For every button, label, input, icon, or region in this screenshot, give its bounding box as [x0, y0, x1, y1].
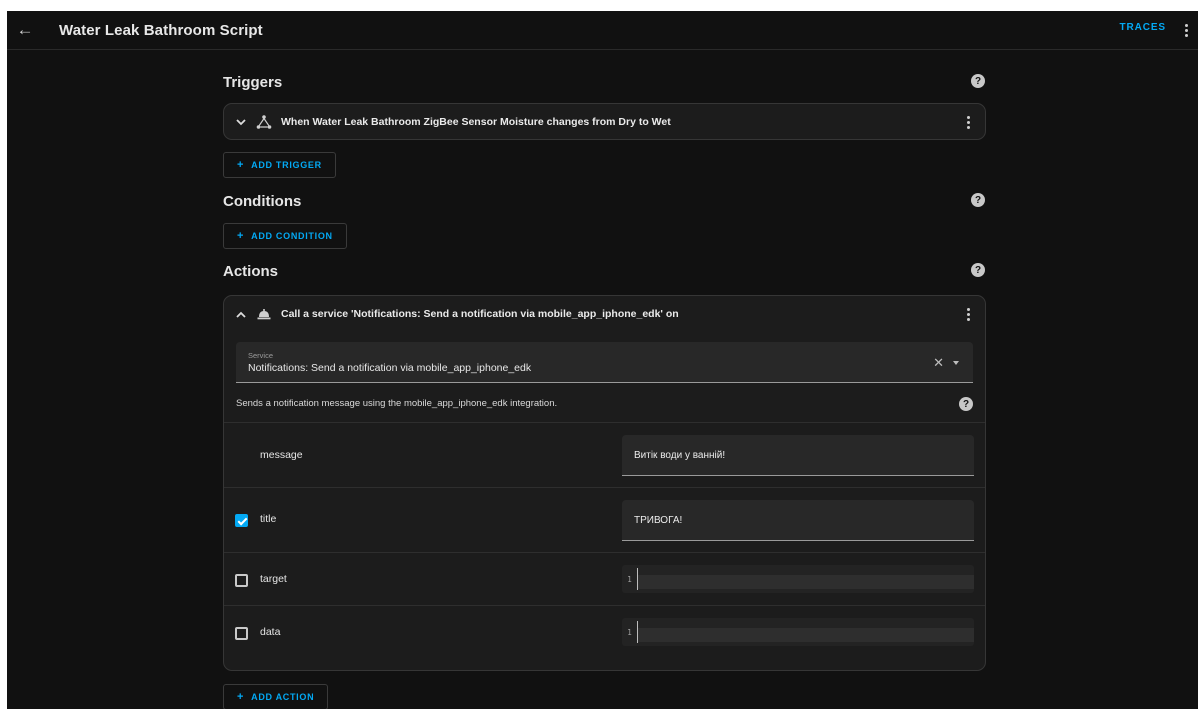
- chevron-up-icon[interactable]: [234, 311, 248, 318]
- add-trigger-button[interactable]: + ADD TRIGGER: [223, 152, 336, 178]
- page-title: Water Leak Bathroom Script: [59, 21, 263, 39]
- plus-icon: +: [237, 159, 245, 171]
- help-circle-icon[interactable]: ?: [959, 397, 973, 411]
- plus-icon: +: [237, 691, 245, 703]
- target-yaml-editor[interactable]: 1: [622, 565, 974, 593]
- service-label: Service: [248, 351, 274, 360]
- data-checkbox[interactable]: [235, 627, 248, 640]
- arrow-left-icon: ←: [16, 20, 34, 39]
- actions-section-header: Actions ?: [223, 259, 985, 283]
- help-circle-icon[interactable]: ?: [971, 193, 985, 207]
- message-input[interactable]: Витік води у ванній!: [622, 435, 974, 476]
- action-card: Call a service 'Notifications: Send a no…: [223, 295, 986, 671]
- field-name-data: data: [260, 626, 281, 638]
- service-description-row: Sends a notification message using the m…: [224, 388, 985, 422]
- title-input[interactable]: ТРИВОГА!: [622, 500, 974, 541]
- script-editor-window: ← Water Leak Bathroom Script TRACES Trig…: [7, 11, 1198, 709]
- field-name-title: title: [260, 513, 277, 525]
- field-row-message: message Витік води у ванній!: [224, 422, 985, 487]
- back-button[interactable]: ←: [10, 15, 40, 45]
- action-card-header[interactable]: Call a service 'Notifications: Send a no…: [224, 296, 985, 332]
- chevron-down-icon[interactable]: [234, 118, 248, 126]
- field-name-target: target: [260, 573, 287, 585]
- line-number: 1: [627, 627, 632, 637]
- trigger-card: When Water Leak Bathroom ZigBee Sensor M…: [223, 103, 986, 140]
- field-name-message: message: [260, 449, 303, 461]
- menu-down-icon[interactable]: [953, 361, 959, 365]
- service-select[interactable]: Service Notifications: Send a notificati…: [236, 342, 973, 383]
- service-value: Notifications: Send a notification via m…: [248, 362, 532, 374]
- field-row-title: title ТРИВОГА!: [224, 487, 985, 552]
- title-value: ТРИВОГА!: [634, 515, 683, 526]
- service-description: Sends a notification message using the m…: [236, 398, 558, 409]
- add-action-label: ADD ACTION: [251, 692, 315, 702]
- bell-ring-icon: [256, 306, 272, 322]
- title-checkbox[interactable]: [235, 514, 248, 527]
- add-action-button[interactable]: + ADD ACTION: [223, 684, 329, 709]
- actions-title: Actions: [223, 262, 279, 280]
- triggers-title: Triggers: [223, 73, 283, 91]
- conditions-title: Conditions: [223, 192, 302, 210]
- add-condition-button[interactable]: + ADD CONDITION: [223, 223, 347, 249]
- triggers-section-header: Triggers ?: [223, 70, 985, 94]
- action-menu-button[interactable]: [963, 305, 973, 323]
- data-yaml-editor[interactable]: 1: [622, 618, 974, 646]
- target-checkbox[interactable]: [235, 574, 248, 587]
- help-circle-icon[interactable]: ?: [971, 74, 985, 88]
- close-icon[interactable]: ✕: [933, 355, 944, 371]
- field-row-target: target 1: [224, 552, 985, 605]
- help-circle-icon[interactable]: ?: [971, 263, 985, 277]
- conditions-section-header: Conditions ?: [223, 189, 985, 213]
- plus-icon: +: [237, 230, 245, 242]
- field-row-data: data 1: [224, 605, 985, 658]
- trigger-card-header[interactable]: When Water Leak Bathroom ZigBee Sensor M…: [224, 104, 985, 140]
- dots-vertical-icon: [1184, 23, 1188, 27]
- dots-vertical-icon: [966, 307, 970, 311]
- add-condition-label: ADD CONDITION: [251, 231, 333, 241]
- message-value: Витік води у ванній!: [634, 450, 726, 461]
- add-trigger-label: ADD TRIGGER: [251, 160, 322, 170]
- code-line: [638, 575, 974, 589]
- dots-vertical-icon: [966, 115, 970, 119]
- overflow-menu-button[interactable]: [1178, 19, 1194, 41]
- action-summary: Call a service 'Notifications: Send a no…: [281, 308, 679, 320]
- device-hub-icon: [256, 114, 272, 130]
- traces-button[interactable]: TRACES: [1119, 22, 1166, 33]
- trigger-summary: When Water Leak Bathroom ZigBee Sensor M…: [281, 116, 671, 128]
- trigger-menu-button[interactable]: [963, 113, 973, 131]
- code-line: [638, 628, 974, 642]
- app-toolbar: ← Water Leak Bathroom Script TRACES: [7, 11, 1198, 50]
- line-number: 1: [627, 574, 632, 584]
